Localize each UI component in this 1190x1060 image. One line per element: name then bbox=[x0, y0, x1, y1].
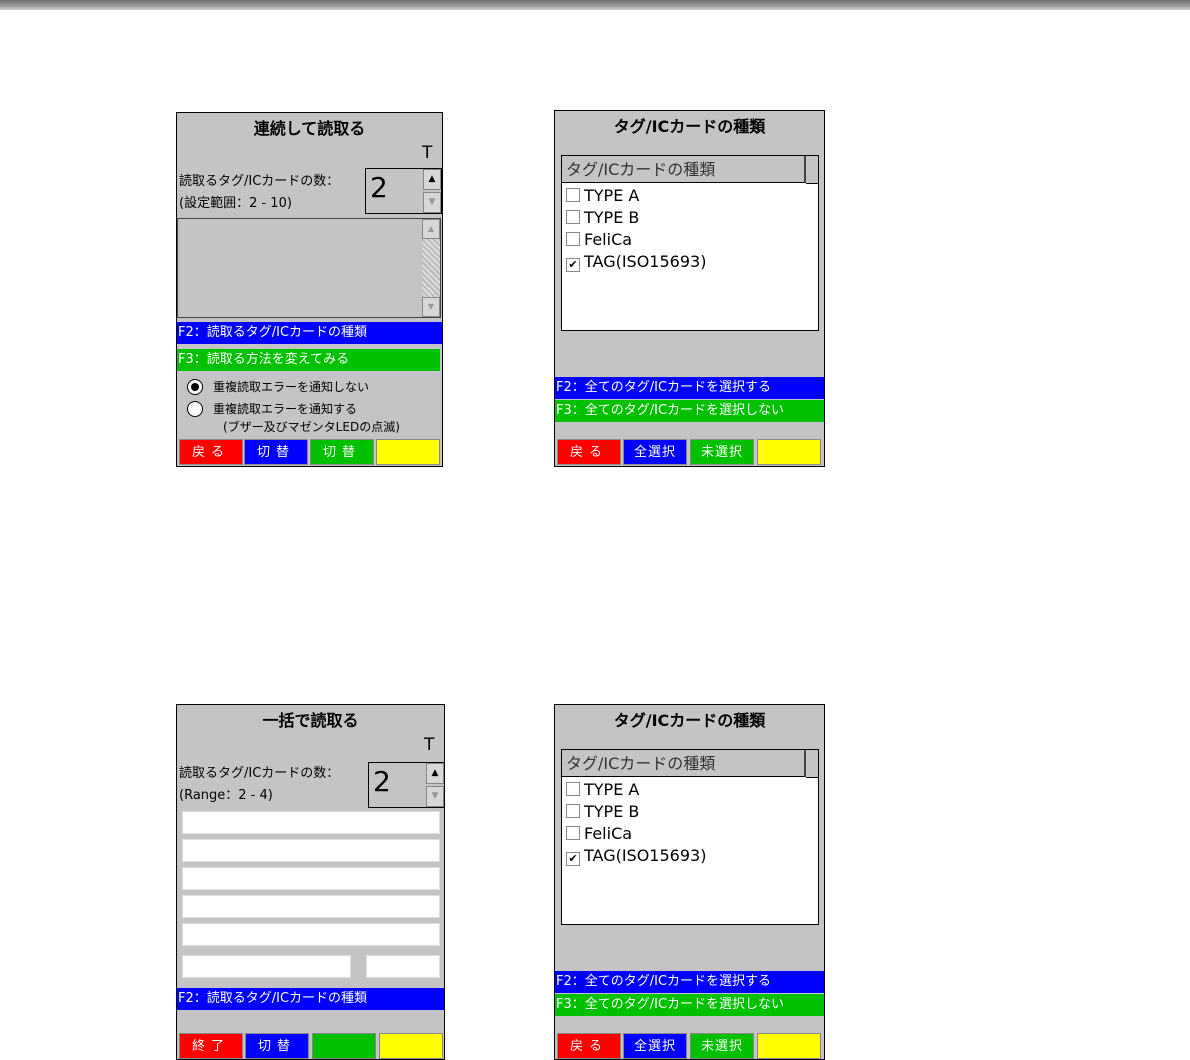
select-all-button[interactable]: 全選択 bbox=[623, 1033, 687, 1059]
list-header-filler bbox=[806, 750, 818, 778]
f2-hint[interactable]: F2：読取るタグ/ICカードの種類 bbox=[177, 322, 442, 344]
count-value[interactable]: 2 bbox=[373, 765, 391, 798]
f2-hint[interactable]: F2：読取るタグ/ICカードの種類 bbox=[177, 988, 444, 1010]
stepper-up-icon[interactable]: ▲ bbox=[423, 169, 441, 190]
result-field-3[interactable] bbox=[182, 867, 440, 890]
result-list[interactable]: ▲ ▼ bbox=[177, 218, 441, 318]
result-field-2[interactable] bbox=[182, 839, 440, 862]
f3-hint[interactable]: F3：全てのタグ/ICカードを選択しない bbox=[555, 400, 824, 422]
checkbox-checked[interactable]: ✔ bbox=[566, 852, 580, 866]
screen-batch-read: 一括で読取る T 読取るタグ/ICカードの数： (Range：2 - 4) 2 … bbox=[176, 704, 445, 1060]
f2-hint[interactable]: F2：全てのタグ/ICカードを選択する bbox=[555, 971, 824, 993]
item-label: TAG(ISO15693) bbox=[584, 252, 707, 271]
list-item-type-a[interactable]: TYPE A bbox=[566, 779, 639, 801]
status-field[interactable] bbox=[182, 955, 351, 978]
count-field[interactable] bbox=[366, 955, 440, 978]
exit-button[interactable]: 終了 bbox=[179, 1033, 243, 1059]
list-header-filler bbox=[806, 156, 818, 184]
radio-no-notify-label: 重複読取エラーを通知しない bbox=[213, 380, 370, 394]
list-item-tag-iso15693[interactable]: ✔ TAG(ISO15693) bbox=[566, 845, 706, 867]
result-field-4[interactable] bbox=[182, 895, 440, 918]
back-button[interactable]: 戻る bbox=[557, 1033, 621, 1059]
item-label: TYPE A bbox=[584, 186, 640, 205]
screen-title: 一括で読取る bbox=[262, 711, 359, 730]
checkbox[interactable] bbox=[566, 826, 580, 840]
top-divider bbox=[0, 0, 1190, 10]
deselect-all-button[interactable]: 未選択 bbox=[690, 439, 754, 465]
screen-title: タグ/ICカードの種類 bbox=[613, 711, 766, 730]
screen-continuous-read: 連続して読取る T 読取るタグ/ICカードの数： (設定範囲：2 - 10) 2… bbox=[176, 112, 443, 467]
card-type-list[interactable]: タグ/ICカードの種類 TYPE A TYPE B FeliCa ✔ TAG(IS… bbox=[561, 749, 819, 925]
input-mode-indicator: T bbox=[422, 143, 433, 163]
screen-title: 連続して読取る bbox=[253, 119, 366, 138]
list-item-felica[interactable]: FeliCa bbox=[566, 823, 632, 845]
stepper-down-icon[interactable]: ▼ bbox=[426, 786, 444, 807]
result-field-5[interactable] bbox=[182, 923, 440, 946]
radio-notify-label: 重複読取エラーを通知する bbox=[213, 402, 358, 416]
item-label: FeliCa bbox=[584, 824, 633, 843]
switch-button-blue[interactable]: 切替 bbox=[244, 439, 308, 465]
list-item-tag-iso15693[interactable]: ✔ TAG(ISO15693) bbox=[566, 251, 706, 273]
screen-card-type-2: タグ/ICカードの種類 タグ/ICカードの種類 TYPE A TYPE B Fe… bbox=[554, 704, 825, 1060]
list-item-type-a[interactable]: TYPE A bbox=[566, 185, 639, 207]
checkbox[interactable] bbox=[566, 804, 580, 818]
radio-notify-note: (ブザー及びマゼンタLEDの点滅) bbox=[223, 420, 400, 434]
range-label: (設定範囲：2 - 10) bbox=[179, 196, 292, 211]
yellow-button[interactable] bbox=[757, 439, 821, 465]
card-type-list[interactable]: タグ/ICカードの種類 TYPE A TYPE B FeliCa ✔ TAG(IS… bbox=[561, 155, 819, 331]
list-item-type-b[interactable]: TYPE B bbox=[566, 801, 639, 823]
item-label: FeliCa bbox=[584, 230, 633, 249]
radio-notify[interactable] bbox=[187, 401, 203, 417]
f3-hint[interactable]: F3：全てのタグ/ICカードを選択しない bbox=[555, 994, 824, 1016]
list-item-type-b[interactable]: TYPE B bbox=[566, 207, 639, 229]
screen-card-type: タグ/ICカードの種類 タグ/ICカードの種類 TYPE A TYPE B Fe… bbox=[554, 110, 825, 467]
range-label: (Range：2 - 4) bbox=[179, 788, 273, 803]
back-button[interactable]: 戻る bbox=[557, 439, 621, 465]
checkbox[interactable] bbox=[566, 210, 580, 224]
switch-button[interactable]: 切替 bbox=[245, 1033, 309, 1059]
item-label: TYPE B bbox=[584, 208, 640, 227]
item-label: TYPE B bbox=[584, 802, 640, 821]
item-label: TAG(ISO15693) bbox=[584, 846, 707, 865]
scroll-down-icon[interactable]: ▼ bbox=[422, 297, 440, 317]
stepper-down-icon[interactable]: ▼ bbox=[423, 192, 441, 213]
count-stepper[interactable]: 2 ▲ ▼ bbox=[368, 762, 444, 808]
item-label: TYPE A bbox=[584, 780, 640, 799]
yellow-button[interactable] bbox=[757, 1033, 821, 1059]
list-header[interactable]: タグ/ICカードの種類 bbox=[562, 156, 806, 183]
checkbox-checked[interactable]: ✔ bbox=[566, 258, 580, 272]
back-button[interactable]: 戻る bbox=[179, 439, 243, 465]
yellow-button[interactable] bbox=[379, 1033, 443, 1059]
count-stepper[interactable]: 2 ▲ ▼ bbox=[365, 168, 442, 214]
radio-no-notify[interactable] bbox=[187, 379, 203, 395]
switch-button-green[interactable]: 切替 bbox=[310, 439, 374, 465]
count-label: 読取るタグ/ICカードの数： bbox=[179, 766, 340, 781]
scrollbar[interactable]: ▲ ▼ bbox=[422, 219, 440, 317]
checkbox[interactable] bbox=[566, 232, 580, 246]
screen-title: タグ/ICカードの種類 bbox=[613, 117, 766, 136]
result-field-1[interactable] bbox=[182, 811, 440, 834]
scroll-up-icon[interactable]: ▲ bbox=[422, 219, 440, 239]
green-button[interactable] bbox=[312, 1033, 376, 1059]
count-label: 読取るタグ/ICカードの数： bbox=[179, 174, 340, 189]
select-all-button[interactable]: 全選択 bbox=[623, 439, 687, 465]
list-item-felica[interactable]: FeliCa bbox=[566, 229, 632, 251]
f2-hint[interactable]: F2：全てのタグ/ICカードを選択する bbox=[555, 377, 824, 399]
stepper-up-icon[interactable]: ▲ bbox=[426, 763, 444, 784]
list-header[interactable]: タグ/ICカードの種類 bbox=[562, 750, 806, 777]
checkbox[interactable] bbox=[566, 188, 580, 202]
count-value[interactable]: 2 bbox=[370, 171, 388, 204]
input-mode-indicator: T bbox=[424, 735, 435, 755]
f3-hint[interactable]: F3：読取る方法を変えてみる bbox=[177, 349, 440, 371]
yellow-button[interactable] bbox=[376, 439, 440, 465]
deselect-all-button[interactable]: 未選択 bbox=[690, 1033, 754, 1059]
checkbox[interactable] bbox=[566, 782, 580, 796]
